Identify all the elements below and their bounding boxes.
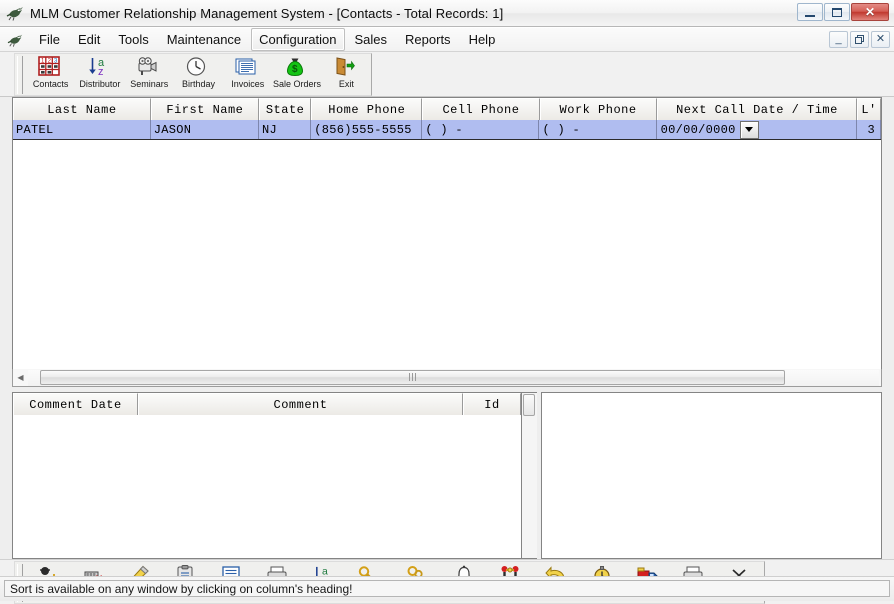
toolbar-button-seminars[interactable]: Seminars [125, 54, 174, 95]
app-bird-icon [6, 4, 26, 22]
column-header-last-name[interactable]: Last Name [13, 98, 151, 120]
maximize-button[interactable] [824, 3, 850, 21]
menu-item-help[interactable]: Help [461, 28, 504, 51]
column-header-id[interactable]: Id [463, 393, 521, 415]
grid-header-row: Last Name First Name State Home Phone Ce… [13, 98, 881, 120]
toolbar-button-label: Seminars [130, 79, 168, 89]
scroll-left-arrow-icon[interactable]: ◀ [13, 370, 28, 386]
toolbar-button-contacts[interactable]: 1 2 3 Contacts [26, 54, 75, 95]
toolbar-button-invoices[interactable]: Invoices [223, 54, 272, 95]
toolbar-button-label: Contacts [33, 79, 69, 89]
scrollbar-thumb[interactable] [40, 370, 785, 385]
status-message: Sort is available on any window by click… [4, 580, 890, 597]
window-controls: ✕ [797, 3, 889, 21]
mdi-restore-button[interactable] [850, 31, 869, 48]
cell-home-phone[interactable]: (856)555-5555 [311, 120, 422, 139]
mdi-close-button[interactable]: ✕ [871, 31, 890, 48]
svg-text:z: z [98, 66, 104, 77]
comments-vertical-scrollbar[interactable] [522, 392, 537, 559]
cell-cell-phone[interactable]: ( ) - [422, 120, 539, 139]
column-header-first-name[interactable]: First Name [151, 98, 259, 120]
toolbar-button-label: Exit [339, 79, 354, 89]
toolbar-button-label: Distributor [79, 79, 120, 89]
cell-first-name[interactable]: JASON [151, 120, 259, 139]
column-header-cell-phone[interactable]: Cell Phone [422, 98, 539, 120]
clock-icon [185, 56, 211, 78]
column-header-next-call-date[interactable]: Next Call Date / Time [657, 98, 858, 120]
menu-item-file[interactable]: File [31, 28, 68, 51]
scrollbar-thumb[interactable] [523, 394, 535, 416]
window-title: MLM Customer Relationship Management Sys… [30, 6, 503, 21]
status-bar: Sort is available on any window by click… [0, 576, 894, 601]
menu-item-maintenance[interactable]: Maintenance [159, 28, 249, 51]
toolbar-button-exit[interactable]: Exit [322, 54, 371, 95]
toolbar-button-birthday[interactable]: Birthday [174, 54, 223, 95]
mdi-client-area: File Edit Tools Maintenance Configuratio… [0, 27, 894, 580]
contacts-grid-window: Last Name First Name State Home Phone Ce… [12, 97, 882, 387]
detail-pane [541, 392, 882, 559]
cell-next-call-date[interactable]: 00/00/0000 [657, 120, 858, 139]
toolbar-drag-handle[interactable] [17, 56, 23, 94]
menu-bar: File Edit Tools Maintenance Configuratio… [0, 28, 894, 52]
comments-header-row: Comment Date Comment Id [13, 393, 521, 415]
toolbar-button-label: Birthday [182, 79, 215, 89]
cell-last-name[interactable]: PATEL [13, 120, 151, 139]
title-bar: MLM Customer Relationship Management Sys… [0, 0, 894, 27]
mdi-minimize-button[interactable]: _ [829, 31, 848, 48]
documents-stack-icon [235, 56, 261, 78]
toolbar-button-distributor[interactable]: a z Distributor [75, 54, 124, 95]
menu-item-configuration[interactable]: Configuration [251, 28, 344, 51]
column-header-truncated[interactable]: L' [857, 98, 881, 120]
close-button[interactable]: ✕ [851, 3, 889, 21]
scrollbar-grip-icon [409, 373, 416, 381]
lower-panels: Comment Date Comment Id [12, 392, 882, 559]
cell-state[interactable]: NJ [259, 120, 311, 139]
table-row[interactable]: PATEL JASON NJ (856)555-5555 ( ) - ( ) -… [13, 120, 881, 140]
menu-item-reports[interactable]: Reports [397, 28, 459, 51]
sort-az-icon: a z [87, 56, 113, 78]
mdi-window-controls: _ ✕ [829, 31, 890, 48]
projector-icon [136, 56, 162, 78]
money-bag-icon: $ [284, 56, 310, 78]
exit-door-icon [333, 56, 359, 78]
toolbar-button-label: Sale Orders [273, 79, 321, 89]
svg-text:$: $ [292, 64, 298, 75]
column-header-home-phone[interactable]: Home Phone [311, 98, 422, 120]
column-header-work-phone[interactable]: Work Phone [540, 98, 657, 120]
grid-horizontal-scrollbar[interactable]: ◀ [12, 369, 882, 387]
main-toolbar-band: 1 2 3 Contacts [14, 53, 372, 96]
main-toolbar: 1 2 3 Contacts [0, 52, 894, 97]
toolbar-button-sale-orders[interactable]: $ Sale Orders [272, 54, 321, 95]
minimize-button[interactable] [797, 3, 823, 21]
next-call-date-value: 00/00/0000 [657, 123, 736, 137]
app-bird-icon [6, 32, 26, 48]
column-header-comment-date[interactable]: Comment Date [13, 393, 138, 415]
scrollbar-track[interactable] [28, 370, 879, 386]
chevron-down-icon[interactable] [740, 121, 759, 139]
contacts-grid-icon: 1 2 3 [38, 56, 64, 78]
application-window: MLM Customer Relationship Management Sys… [0, 0, 894, 601]
column-header-state[interactable]: State [259, 98, 311, 120]
toolbar-button-label: Invoices [231, 79, 264, 89]
column-header-comment[interactable]: Comment [138, 393, 463, 415]
menu-item-tools[interactable]: Tools [110, 28, 156, 51]
comments-grid: Comment Date Comment Id [12, 392, 522, 559]
menu-item-sales[interactable]: Sales [347, 28, 396, 51]
cell-work-phone[interactable]: ( ) - [539, 120, 656, 139]
menu-item-edit[interactable]: Edit [70, 28, 108, 51]
cell-truncated[interactable]: 3 [857, 120, 881, 139]
